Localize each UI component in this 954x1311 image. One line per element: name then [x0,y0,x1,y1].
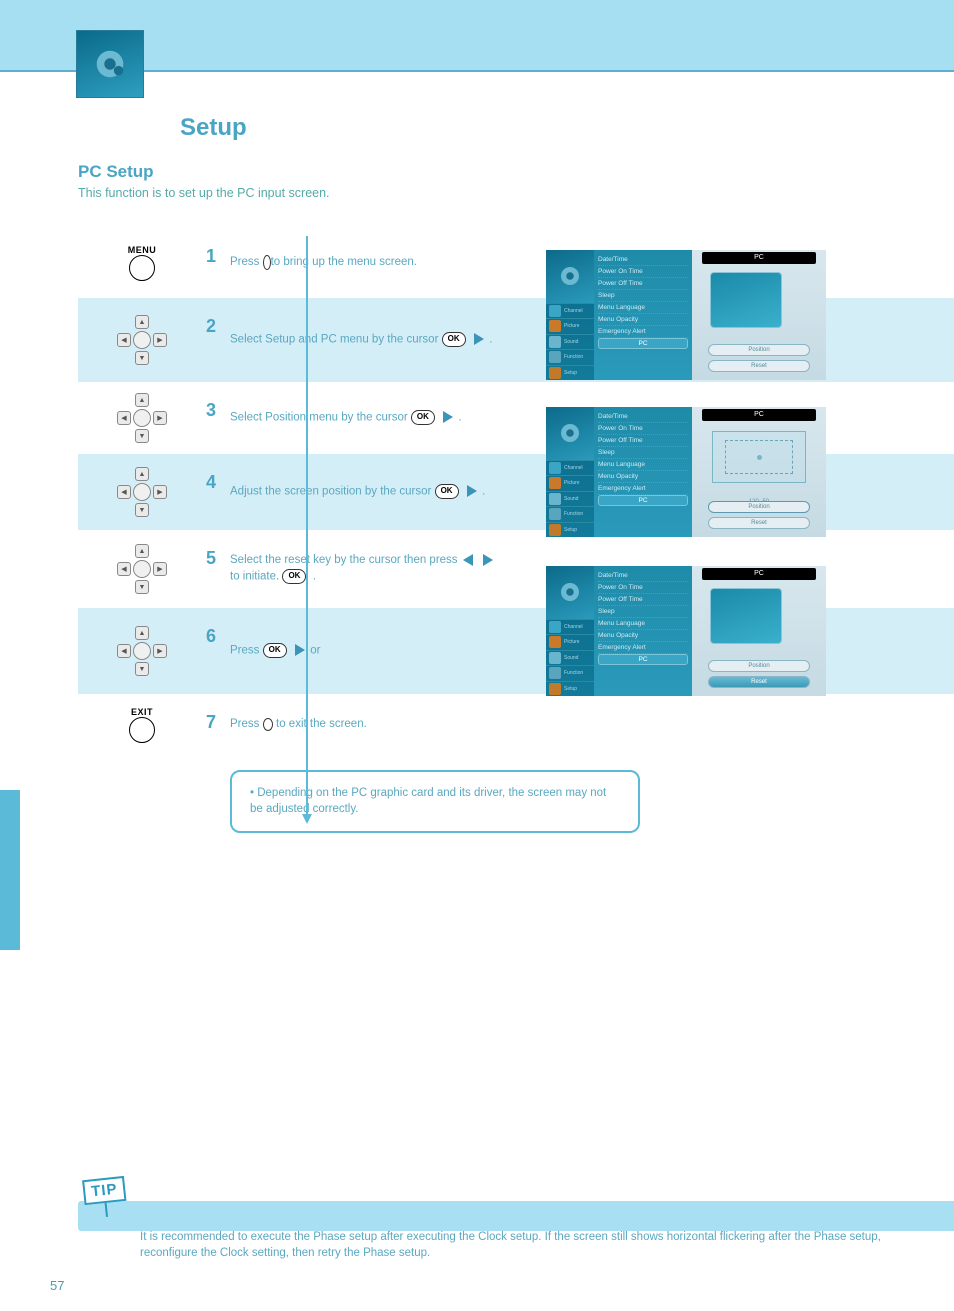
step-row: EXIT 7 Press to exit the screen. [78,694,954,756]
section-gear-icon [76,30,144,98]
step-text-part: Select Setup and PC menu by the cursor [230,333,442,345]
page-subtitle: PC Setup [0,142,954,186]
ok-inline-icon: OK [411,410,435,425]
osd-position-button: Position [708,660,810,672]
step-text-part: to initiate. [230,570,279,582]
arrow-left-icon [463,554,473,566]
osd-screenshot: Channel Picture Sound Function Setup Dat… [546,566,826,696]
dpad-icon[interactable]: ▲▼◀▶ [117,544,167,594]
gear-icon [546,250,594,303]
osd-menu-item: Emergency Alert [598,326,688,338]
step-text: Select the reset key by the cursor then … [226,543,546,594]
steps-container: MENU 1 Press to bring up the menu screen… [78,228,954,756]
osd-menu-item: Menu Opacity [598,314,688,326]
dpad-icon[interactable]: ▲▼◀▶ [117,467,167,517]
step-number: 6 [206,608,226,647]
step-number: 5 [206,530,226,569]
step-text-part: Select the reset key by the cursor then … [230,554,461,566]
page-subdesc: This function is to set up the PC input … [0,186,954,200]
page-number: 57 [50,1278,64,1293]
step-number: 2 [206,298,226,337]
osd-side-item: Sound [546,334,594,350]
osd-side-item: Setup [546,365,594,381]
menu-button-icon[interactable] [129,255,155,281]
gear-icon [546,566,594,619]
osd-right-title: PC [702,409,816,421]
osd-screenshot: Channel Picture Sound Function Setup Dat… [546,407,826,537]
osd-side-item: Channel [546,303,594,319]
step-text-part: . [489,333,492,345]
dpad-icon[interactable]: ▲▼◀▶ [117,393,167,443]
arrow-right-icon [295,644,305,656]
step-text-part: Select Position menu by the cursor [230,411,411,423]
menu-button-label: MENU [128,245,157,255]
arrow-right-icon [474,333,484,345]
exit-button-icon[interactable] [129,717,155,743]
tip-text: It is recommended to execute the Phase s… [140,1229,924,1261]
dpad-icon[interactable]: ▲▼◀▶ [117,626,167,676]
osd-menu-item: Menu Language [598,302,688,314]
step-text-part: Press [230,644,263,656]
step-number: 1 [206,228,226,267]
section-edge-tab [0,790,20,950]
step-row: ▲▼◀▶ 6 Press OK or Channel Picture Sound… [78,608,954,694]
osd-menu-item: Power Off Time [598,278,688,290]
dpad-icon[interactable]: ▲▼◀▶ [117,315,167,365]
step-text-part: . [459,411,462,423]
step-text: Press to exit the screen. [226,707,546,743]
step-row: ▲▼◀▶ 4 Adjust the screen position by the… [78,454,954,530]
osd-thumb-icon [710,588,782,644]
info-box: • Depending on the PC graphic card and i… [230,770,640,833]
osd-thumb-icon [710,272,782,328]
osd-right-title: PC [702,568,816,580]
arrow-right-icon [483,554,493,566]
arrow-right-icon [443,411,453,423]
ok-inline-icon: OK [282,569,306,584]
step-text-part: Adjust the screen position by the cursor [230,485,435,497]
osd-reset-button: Reset [708,676,810,688]
osd-screenshot: Channel Picture Sound Function Setup Dat… [546,250,826,380]
osd-menu-item-selected: PC [598,338,688,349]
gear-icon [546,407,594,460]
step-text: Press OK or [226,633,546,669]
tip-badge: TIP [82,1176,128,1219]
position-frame-icon [712,431,806,483]
tip-icon: TIP [82,1176,127,1205]
osd-side-item: Function [546,349,594,365]
step-text: Select Setup and PC menu by the cursor O… [226,322,546,358]
osd-position-button: Position [708,501,810,513]
osd-menu-item: Sleep [598,290,688,302]
step-row: ▲▼◀▶ 2 Select Setup and PC menu by the c… [78,298,954,382]
flow-line [306,236,308,822]
ok-inline-icon: OK [442,332,466,347]
osd-reset-button: Reset [708,517,810,529]
osd-right-title: PC [702,252,816,264]
step-number: 4 [206,454,226,493]
osd-side-item: Picture [546,318,594,334]
step-text-part: . [482,485,485,497]
step-number: 7 [206,694,226,733]
page-header [0,0,954,72]
osd-menu-item: Power On Time [598,266,688,278]
step-text-part: to bring up the menu screen. [271,256,417,268]
osd-reset-button: Reset [708,360,810,372]
exit-button-label: EXIT [131,707,153,717]
ok-inline-icon: OK [435,484,459,499]
tip-bar [78,1201,954,1231]
step-text-part: Press [230,256,263,268]
step-text: Select Position menu by the cursor OK . [226,400,546,436]
step-text-part: or [310,644,320,656]
step-text: Adjust the screen position by the cursor… [226,474,546,510]
osd-menu-item: Date/Time [598,254,688,266]
osd-position-button: Position [708,344,810,356]
step-text: Press to bring up the menu screen. [226,245,546,281]
step-number: 3 [206,382,226,421]
ok-inline-icon: OK [263,643,287,658]
menu-inline-icon [263,255,271,270]
arrow-right-icon [467,485,477,497]
